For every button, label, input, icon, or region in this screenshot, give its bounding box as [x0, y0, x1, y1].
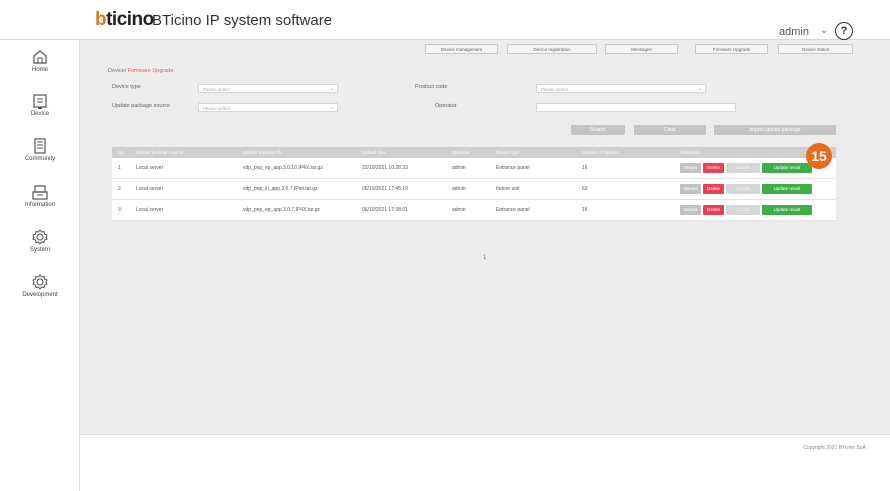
cell-device-type: Entrance panel: [496, 165, 530, 171]
table-row: 1 Local server vdp_pnp_ep_app.3.0.10.IP4…: [112, 158, 836, 179]
sidebar-item-device[interactable]: Device: [0, 92, 80, 132]
system-gear-icon: [32, 229, 48, 245]
update-result-button[interactable]: Update result: [762, 163, 812, 173]
update-result-button[interactable]: Update result: [762, 205, 812, 215]
home-icon: [33, 50, 47, 64]
chevron-down-icon: ⌄: [329, 105, 334, 111]
table-row: 3 Local server vdp_pnp_ep_app.3.0.7.IP4X…: [112, 200, 836, 221]
sidebar-item-community[interactable]: Community: [0, 137, 80, 177]
import-update-package-button[interactable]: Import update package: [714, 125, 836, 135]
cell-device-type: Entrance panel: [496, 207, 530, 213]
sidebar-item-label: Development: [22, 292, 58, 298]
col-header-operator: Operator: [452, 150, 470, 155]
chevron-down-icon: ⌄: [329, 86, 334, 92]
nav-messages[interactable]: Messages: [605, 44, 678, 54]
product-code-select[interactable]: Please select ⌄: [536, 84, 706, 93]
footer: Copyright 2021 BTicino SpA: [80, 434, 890, 465]
sidebar-item-label: Community: [24, 156, 56, 162]
operator-input[interactable]: [536, 103, 736, 112]
sidebar-item-information[interactable]: Information: [0, 183, 80, 223]
sidebar-item-label: System: [29, 247, 50, 253]
cell-upload-time: 06/10/2021 17:45:19: [362, 186, 408, 192]
cell-file: vdp_pnp_iu_app.3.0.7.IPint.tar.gz: [243, 186, 318, 192]
bticino-logo: bticino: [95, 9, 154, 30]
cell-no: 3: [118, 207, 121, 213]
cell-upload-time: 06/10/2021 17:38:01: [362, 207, 408, 213]
header-bar: bticino BTicino IP system software admin…: [0, 0, 890, 40]
help-icon[interactable]: ?: [835, 22, 853, 40]
search-button[interactable]: Search: [571, 125, 625, 135]
col-header-source: Update package source: [136, 150, 184, 155]
sidebar-item-label: Home: [31, 67, 48, 73]
col-header-operation: Operation: [680, 150, 700, 155]
app-title: BTicino IP system software: [152, 12, 333, 29]
pagination-page[interactable]: 1: [483, 255, 486, 261]
delete-button[interactable]: Delete: [703, 205, 724, 215]
details-button[interactable]: Details: [680, 163, 701, 173]
col-header-no: No.: [118, 150, 126, 155]
breadcrumb-root[interactable]: Device: [108, 68, 125, 74]
col-header-upload-time: Upload time: [362, 150, 387, 155]
development-gear-icon: [32, 274, 48, 290]
cell-source: Local server: [136, 165, 164, 171]
device-type-select[interactable]: Please select ⌄: [198, 84, 338, 93]
cell-operator: admin: [452, 186, 466, 192]
update-source-select[interactable]: Please select ⌄: [198, 103, 338, 112]
chevron-down-icon: ⌄: [697, 86, 702, 92]
nav-firmware-upgrade[interactable]: Firmware Upgrade: [695, 44, 768, 54]
breadcrumb-current: Firmware Upgrade: [127, 68, 174, 74]
cell-device-count: 16: [582, 165, 588, 171]
chevron-down-icon[interactable]: ⌄: [820, 25, 828, 36]
sidebar-item-system[interactable]: System: [0, 228, 80, 268]
cell-upload-time: 22/10/2021 10:28:33: [362, 165, 408, 171]
breadcrumb-separator: /: [124, 68, 127, 74]
cell-source: Local server: [136, 207, 164, 213]
update-result-button[interactable]: Update result: [762, 184, 812, 194]
cell-device-count: 63: [582, 186, 588, 192]
cell-file: vdp_pnp_ep_app.3.0.10.IP4X.tar.gz: [243, 165, 323, 171]
product-code-label: Product code: [415, 84, 448, 90]
update-button[interactable]: Update: [726, 205, 760, 215]
col-header-device-count: Number of devices: [582, 150, 620, 155]
delete-button[interactable]: Delete: [703, 163, 724, 173]
details-button[interactable]: Details: [680, 184, 701, 194]
community-icon: [34, 138, 46, 154]
cell-no: 2: [118, 186, 121, 192]
update-button[interactable]: Update: [726, 163, 760, 173]
callout-badge: 15: [806, 143, 832, 169]
update-source-label: Update package source: [112, 103, 171, 109]
table-header: No. Update package source Update package…: [112, 147, 836, 158]
update-button[interactable]: Update: [726, 184, 760, 194]
user-menu[interactable]: admin: [779, 26, 809, 38]
cell-source: Local server: [136, 186, 164, 192]
cell-operator: admin: [452, 165, 466, 171]
sidebar-item-development[interactable]: Development: [0, 273, 80, 313]
information-icon: [32, 185, 48, 200]
cell-no: 1: [118, 165, 121, 171]
clear-button[interactable]: Clear: [634, 125, 706, 135]
sidebar-item-label: Information: [24, 202, 55, 208]
cell-operator: admin: [452, 207, 466, 213]
main-content: [80, 40, 890, 434]
copyright-text: Copyright 2021 BTicino SpA: [803, 445, 866, 451]
nav-device-registration[interactable]: Device registration: [507, 44, 597, 54]
device-type-label: Device type: [112, 84, 141, 90]
col-header-file: Update package file: [243, 150, 283, 155]
sidebar: Home Device Community Information System…: [0, 40, 80, 491]
delete-button[interactable]: Delete: [703, 184, 724, 194]
cell-device-count: 16: [582, 207, 588, 213]
cell-file: vdp_pnp_ep_app.3.0.7.IP4X.tar.gz: [243, 207, 321, 213]
nav-device-status[interactable]: Device status: [778, 44, 853, 54]
breadcrumb: Device/ Firmware Upgrade: [108, 68, 173, 74]
table-row: 2 Local server vdp_pnp_iu_app.3.0.7.IPin…: [112, 179, 836, 200]
device-icon: [33, 94, 47, 109]
col-header-device-type: Device type: [496, 150, 520, 155]
cell-device-type: Indoor unit: [496, 186, 520, 192]
sidebar-item-label: Device: [30, 111, 50, 117]
sidebar-item-home[interactable]: Home: [0, 48, 80, 88]
details-button[interactable]: Details: [680, 205, 701, 215]
operator-label: Operator: [435, 103, 457, 109]
nav-device-management[interactable]: Device management: [425, 44, 498, 54]
